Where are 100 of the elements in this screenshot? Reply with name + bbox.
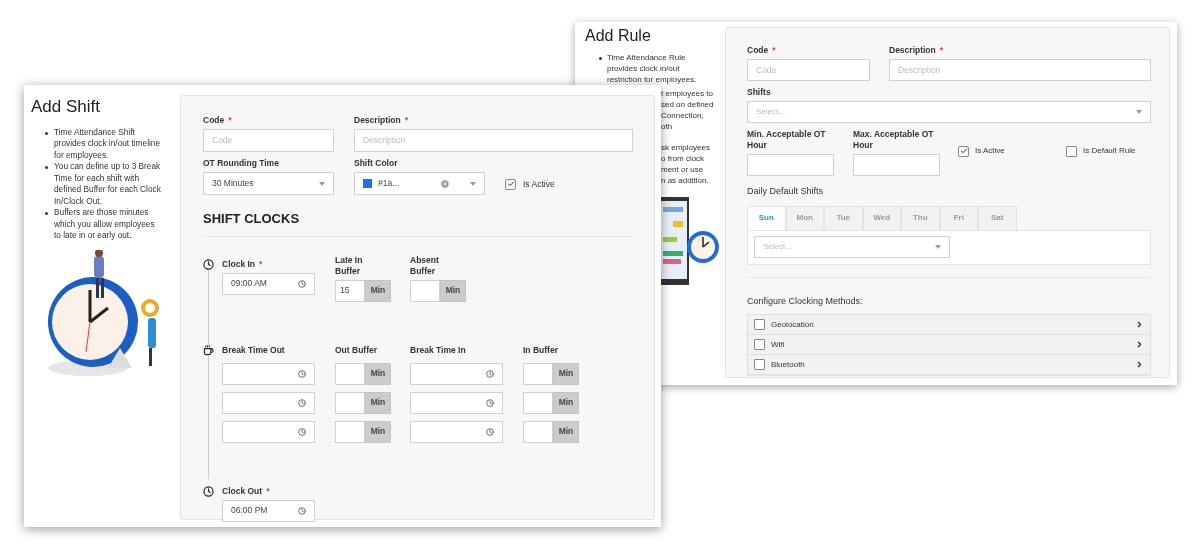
text-field[interactable]: Description [889, 59, 1151, 81]
unit-label: Min [440, 279, 466, 302]
bullet-text: oth [661, 121, 674, 133]
window-title: Add Rule [585, 26, 652, 46]
select-dropdown[interactable]: 30 Minutes [203, 172, 334, 195]
required-mark: * [404, 115, 409, 126]
day-tab[interactable]: Thu [901, 205, 940, 231]
text-field[interactable] [222, 391, 315, 414]
text-field[interactable] [222, 420, 315, 443]
text-field[interactable]: 09:00 AM [222, 272, 315, 295]
day-tab[interactable]: Tue [824, 205, 863, 231]
checkbox[interactable] [754, 359, 765, 370]
field-label: In Buffer [523, 344, 558, 356]
field-label: Break Time Out [222, 344, 285, 356]
field-label: Min. Acceptable OT Hour [747, 129, 827, 151]
day-tab[interactable]: Sat [978, 205, 1017, 231]
text-field[interactable] [222, 362, 315, 385]
required-mark: * [228, 115, 232, 126]
unit-label: Min [365, 391, 391, 414]
buffer-input[interactable] [523, 420, 553, 443]
text-field[interactable] [410, 391, 503, 414]
required-mark: * [772, 45, 776, 56]
text-field[interactable] [410, 362, 503, 385]
buffer-input[interactable]: 15 [335, 279, 365, 302]
text-field[interactable] [853, 154, 940, 176]
unit-label: Min [365, 420, 391, 443]
clocking-method-row[interactable]: Geolocation [747, 314, 1151, 335]
clock-icon [486, 369, 494, 378]
bullet-icon [45, 166, 48, 169]
field-label: Out Buffer [335, 344, 378, 356]
unit-label: Min [365, 362, 391, 385]
select-dropdown[interactable]: Select... [747, 101, 1151, 123]
day-tab[interactable]: Wed [862, 205, 901, 231]
buffer-input[interactable] [335, 362, 365, 385]
bullet-icon [45, 131, 48, 135]
field-label: Description [889, 45, 936, 56]
checkbox-label: Is Active [975, 145, 1005, 157]
buffer-input[interactable] [335, 391, 365, 414]
clock-icon [486, 398, 494, 407]
buffer-input[interactable] [523, 391, 553, 414]
unit-label: Min [553, 420, 579, 443]
checkbox[interactable] [754, 319, 765, 330]
clock-icon [298, 369, 306, 378]
text-field[interactable]: Description [354, 129, 633, 152]
checkbox-label: Is Default Rule [1083, 145, 1136, 157]
bullet-text: o from clock [661, 154, 706, 165]
checkbox[interactable] [754, 339, 765, 350]
clear-icon[interactable] [440, 178, 450, 189]
required-mark: * [266, 485, 270, 497]
text-field[interactable]: Code [203, 129, 334, 152]
text-field[interactable]: 06:00 PM [222, 499, 315, 522]
buffer-input[interactable] [335, 420, 365, 443]
buffer-input[interactable] [410, 279, 440, 302]
field-label: Code [203, 115, 225, 126]
clocking-method-row[interactable]: Wifi [747, 334, 1151, 355]
caret-icon [470, 181, 476, 186]
clock-icon [298, 398, 306, 407]
color-select[interactable]: #1a... [354, 172, 485, 195]
bullet-text: Buffers are those minutes which you allow employees to late in or early out. [54, 207, 156, 242]
clock-icon [298, 427, 306, 436]
field-label: Break Time In [410, 344, 466, 356]
check-icon [506, 180, 515, 189]
check-icon [959, 147, 968, 155]
text-field[interactable]: Code [747, 59, 870, 81]
method-label: Geolocation [771, 318, 815, 331]
buffer-input[interactable] [523, 362, 553, 385]
chevron-right-icon [1135, 360, 1144, 369]
clock-icon [486, 427, 494, 436]
text-field[interactable] [747, 154, 834, 176]
bullet-icon [599, 57, 602, 60]
field-label: Code [747, 45, 769, 56]
bullet-text: n as addition. [661, 175, 710, 187]
checkbox[interactable] [505, 178, 516, 190]
checkbox[interactable] [1066, 145, 1077, 157]
field-label: Late In Buffer [335, 254, 364, 277]
field-label: Shift Color [354, 158, 398, 169]
caret-icon [935, 245, 941, 249]
unit-label: Min [365, 279, 391, 302]
field-label: Description [354, 115, 401, 126]
field-label: Shifts [747, 87, 771, 98]
checkbox[interactable] [958, 145, 969, 157]
day-tab[interactable]: Mon [785, 205, 824, 231]
day-tab[interactable]: Fri [939, 205, 978, 231]
clock-icon [298, 279, 306, 288]
caret-icon [1136, 110, 1142, 114]
bullet-text: Connection, [661, 111, 705, 122]
chevron-right-icon [1135, 320, 1144, 329]
method-label: Wifi [771, 338, 786, 351]
window-title: Add Shift [31, 96, 101, 118]
clocking-method-row[interactable]: Bluetooth [747, 354, 1151, 375]
text-field[interactable] [410, 420, 503, 443]
bullet-text: You can define up to 3 Break Time for each shift with defined Buffer for each Clock In/Clock Out. [54, 161, 162, 207]
caret-icon [319, 181, 325, 186]
day-tab[interactable]: Sun [747, 205, 786, 231]
field-label: Absent Buffer [410, 254, 440, 277]
select-dropdown[interactable]: Select... [754, 236, 950, 258]
section-label: Daily Default Shifts [747, 185, 825, 198]
bullet-text: Time Attendance Rule provides clock in/out restriction for employees. [607, 53, 698, 86]
clock-icon [298, 506, 306, 515]
required-mark: * [259, 258, 263, 270]
